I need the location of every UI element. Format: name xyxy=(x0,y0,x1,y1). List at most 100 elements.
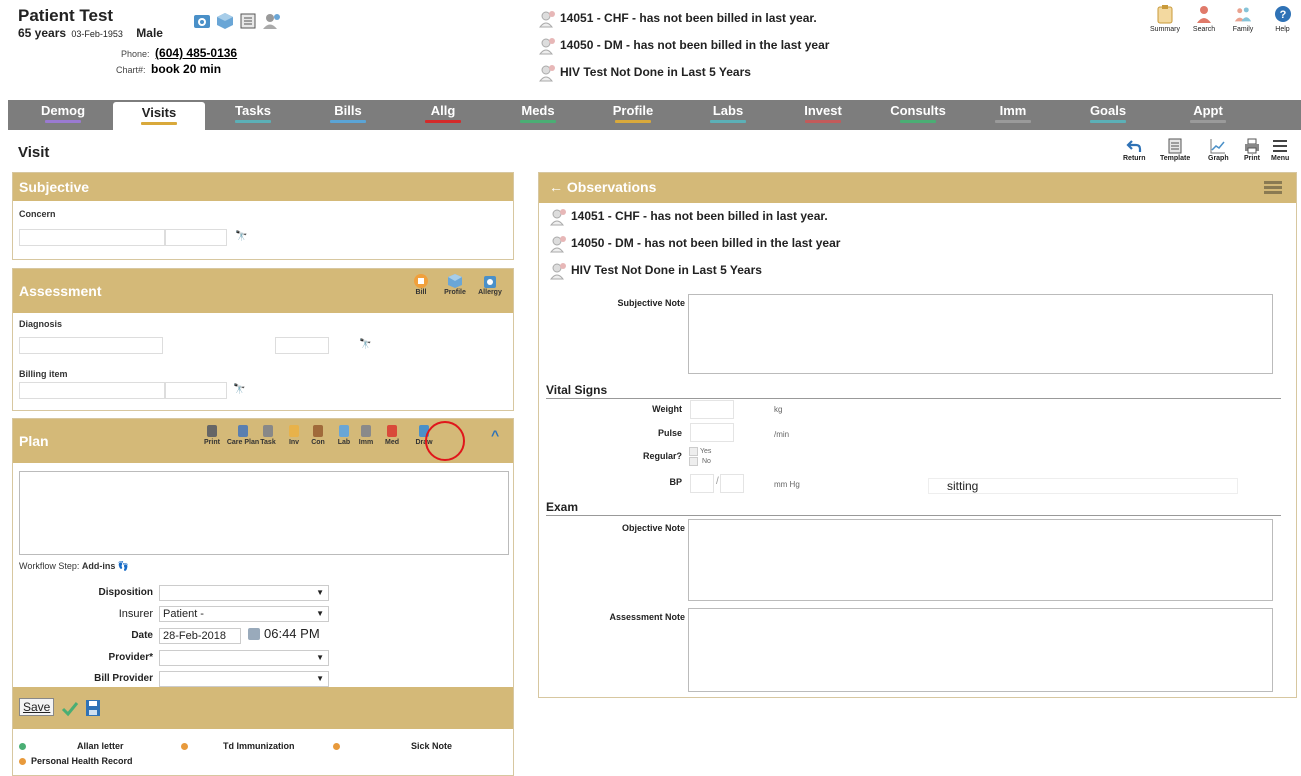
doctor-icon xyxy=(549,209,566,226)
regular-no-label: No xyxy=(702,458,711,465)
date-input[interactable]: 28-Feb-2018 xyxy=(159,628,241,644)
pulse-label: Pulse xyxy=(657,428,682,438)
tab-invest[interactable]: Invest xyxy=(778,100,868,130)
weight-label: Weight xyxy=(652,404,682,414)
binoculars-icon[interactable]: 🔭 xyxy=(359,339,371,350)
save-button[interactable]: Save xyxy=(19,698,55,716)
tab-label: Visits xyxy=(141,105,177,120)
assessment-note-textarea[interactable] xyxy=(688,608,1273,692)
patient-name[interactable]: Patient Test xyxy=(18,6,113,26)
floppy-disk-icon[interactable] xyxy=(85,699,101,717)
observation-alert[interactable]: HIV Test Not Done in Last 5 Years xyxy=(549,262,762,280)
observation-alert[interactable]: 14050 - DM - has not been billed in the … xyxy=(549,235,840,253)
chevron-up-icon[interactable]: ^ xyxy=(491,427,499,443)
pulse-input[interactable] xyxy=(690,423,734,442)
menu-button[interactable]: Menu xyxy=(1271,138,1289,162)
tab-goals[interactable]: Goals xyxy=(1063,100,1153,130)
users-icon[interactable] xyxy=(262,12,284,30)
template-button[interactable]: Template xyxy=(1160,138,1190,162)
phone-number[interactable]: (604) 485-0136 xyxy=(155,46,237,60)
graph-button[interactable]: Graph xyxy=(1208,138,1229,162)
help-button[interactable]: ? Help xyxy=(1264,4,1301,33)
doctor-icon xyxy=(538,65,555,82)
tab-bills[interactable]: Bills xyxy=(303,100,393,130)
provider-select[interactable]: ▼ xyxy=(159,650,329,666)
addin-item[interactable]: Sick Note xyxy=(411,741,452,751)
tab-profile[interactable]: Profile xyxy=(588,100,678,130)
summary-button[interactable]: Summary xyxy=(1144,4,1186,33)
family-button[interactable]: Family xyxy=(1222,4,1264,33)
tab-labs[interactable]: Labs xyxy=(683,100,773,130)
bp-systolic-input[interactable] xyxy=(690,474,714,493)
bill-button[interactable]: Bill xyxy=(409,273,433,296)
hamburger-icon[interactable] xyxy=(1264,181,1282,195)
camera-icon[interactable] xyxy=(193,12,211,30)
printer-icon xyxy=(1245,138,1259,154)
allergy-button[interactable]: Allergy xyxy=(473,273,507,296)
binoculars-icon[interactable]: 🔭 xyxy=(233,384,245,395)
return-button[interactable]: Return xyxy=(1123,138,1146,162)
profile-button[interactable]: Profile xyxy=(439,273,471,296)
tab-consults[interactable]: Consults xyxy=(873,100,963,130)
tab-tasks[interactable]: Tasks xyxy=(208,100,298,130)
med-tool-button[interactable]: Med xyxy=(379,423,405,446)
tab-imm[interactable]: Imm xyxy=(968,100,1058,130)
print-tool-button[interactable]: Print xyxy=(199,423,225,446)
binoculars-icon[interactable]: 🔭 xyxy=(235,231,247,242)
disposition-select[interactable]: ▼ xyxy=(159,585,329,601)
tab-appt[interactable]: Appt xyxy=(1158,100,1258,130)
document-icon[interactable] xyxy=(239,12,257,30)
tab-underline xyxy=(425,120,461,123)
concern-input[interactable] xyxy=(19,229,165,246)
back-arrow-icon[interactable]: ← xyxy=(549,179,563,195)
search-button[interactable]: Search xyxy=(1183,4,1225,33)
regular-yes-radio[interactable] xyxy=(689,447,698,456)
assessment-panel: Assessment Bill Profile Allergy Diagnosi… xyxy=(12,268,514,411)
addin-item[interactable]: Td Immunization xyxy=(223,741,295,751)
billing-item-input[interactable] xyxy=(19,382,165,399)
print-button[interactable]: Print xyxy=(1244,138,1260,162)
chart-row: Chart#: book 20 min xyxy=(116,62,221,76)
checkmark-icon[interactable] xyxy=(61,701,79,717)
observation-alert[interactable]: 14051 - CHF - has not been billed in las… xyxy=(549,208,828,226)
tab-meds[interactable]: Meds xyxy=(493,100,583,130)
footsteps-icon[interactable]: 👣 xyxy=(118,561,129,571)
imm-tool-button[interactable]: Imm xyxy=(353,423,379,446)
header-alert[interactable]: 14051 - CHF - has not been billed in las… xyxy=(538,10,817,28)
date-label: Date xyxy=(131,630,153,641)
diagnosis-code-input[interactable] xyxy=(275,337,329,354)
subjective-note-textarea[interactable] xyxy=(688,294,1273,374)
task-tool-button[interactable]: Task xyxy=(255,423,281,446)
dropdown-arrow-icon: ▼ xyxy=(316,609,324,618)
bill-provider-select[interactable]: ▼ xyxy=(159,671,329,687)
patient-sex: Male xyxy=(136,26,163,40)
bp-diastolic-input[interactable] xyxy=(720,474,744,493)
tab-underline xyxy=(805,120,841,123)
tab-demog[interactable]: Demog xyxy=(18,100,108,130)
con-tool-button[interactable]: Con xyxy=(305,423,331,446)
insurer-select[interactable]: Patient - ▼ xyxy=(159,606,329,622)
profile-cube-icon[interactable] xyxy=(216,12,234,30)
concern-code-input[interactable] xyxy=(165,229,227,246)
tab-allg[interactable]: Allg xyxy=(398,100,488,130)
doctor-icon xyxy=(549,263,566,280)
inv-tool-button[interactable]: Inv xyxy=(281,423,307,446)
objective-note-textarea[interactable] xyxy=(688,519,1273,601)
time-input[interactable]: 06:44 PM xyxy=(264,626,320,641)
addin-item[interactable]: Personal Health Record xyxy=(31,756,133,766)
billing-code-input[interactable] xyxy=(165,382,227,399)
calendar-icon[interactable] xyxy=(248,628,260,640)
header-alert[interactable]: HIV Test Not Done in Last 5 Years xyxy=(538,64,751,82)
doctor-icon xyxy=(538,11,555,28)
bp-label: BP xyxy=(669,477,682,487)
template-icon xyxy=(1168,138,1182,154)
weight-input[interactable] xyxy=(690,400,734,419)
tab-visits[interactable]: Visits xyxy=(113,102,205,130)
diagnosis-label: Diagnosis xyxy=(19,319,63,329)
diagnosis-input[interactable] xyxy=(19,337,163,354)
header-alert[interactable]: 14050 - DM - has not been billed in the … xyxy=(538,37,829,55)
regular-no-radio[interactable] xyxy=(689,457,698,466)
plan-textarea[interactable] xyxy=(19,471,509,555)
addin-item[interactable]: Allan letter xyxy=(77,741,124,751)
bp-position-input[interactable]: sitting xyxy=(928,478,1238,494)
